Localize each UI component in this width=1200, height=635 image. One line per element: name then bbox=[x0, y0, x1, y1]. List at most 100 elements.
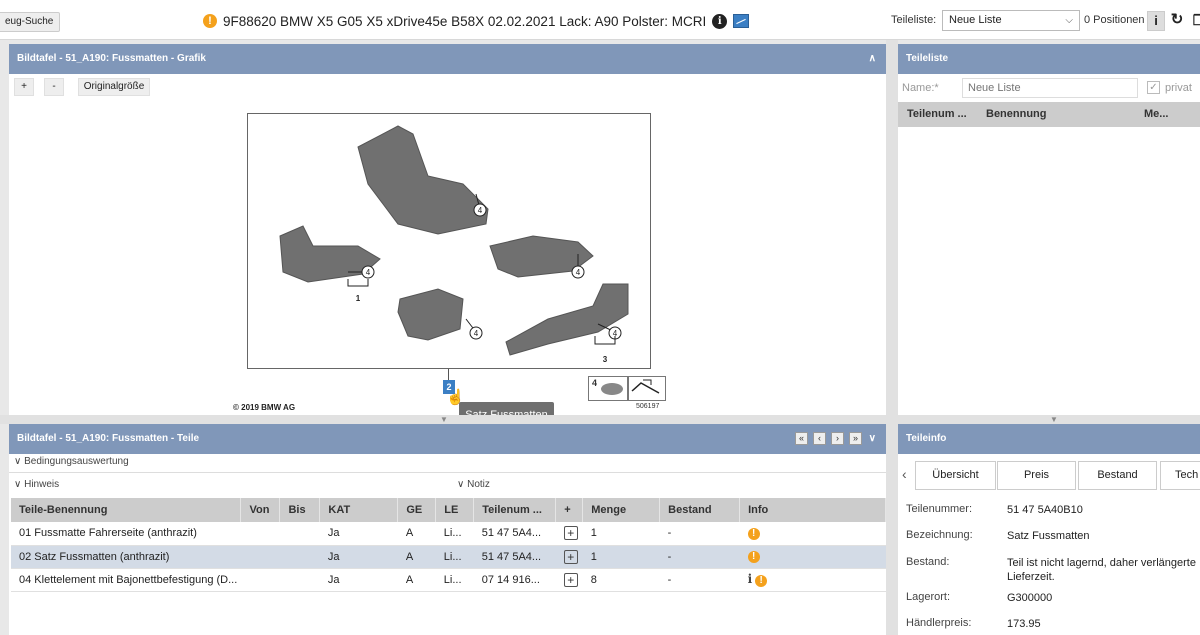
front-mat-shape bbox=[357, 125, 489, 235]
zoom-in-button[interactable]: + bbox=[14, 78, 34, 96]
list-info-icon[interactable]: i bbox=[1147, 11, 1165, 31]
column-header[interactable]: Info bbox=[739, 498, 886, 522]
column-header[interactable]: Menge bbox=[582, 498, 661, 522]
tab-tech[interactable]: Tech bbox=[1160, 461, 1200, 490]
first-page-button[interactable]: « bbox=[795, 432, 808, 445]
field-key: Lagerort: bbox=[906, 591, 951, 603]
callout-4b-text: 4 bbox=[366, 268, 371, 277]
info-icon[interactable]: i bbox=[748, 572, 753, 586]
notiz-toggle[interactable]: ∨ Notiz bbox=[457, 479, 490, 490]
warning-icon[interactable]: ! bbox=[755, 575, 768, 587]
horizontal-splitter[interactable]: ▼ bbox=[0, 415, 898, 424]
vertical-splitter[interactable] bbox=[886, 40, 898, 635]
image-icon[interactable] bbox=[733, 14, 750, 28]
column-header[interactable]: Benennung bbox=[986, 108, 1047, 120]
teileliste-select-value: Neue Liste bbox=[949, 14, 1002, 26]
field-key: Teilenummer: bbox=[906, 503, 973, 515]
column-header[interactable]: GE bbox=[397, 498, 437, 522]
teileinfo-panel-title: Teileinfo bbox=[906, 433, 947, 444]
thumb-number: 4 bbox=[592, 378, 598, 388]
column-header[interactable]: Bis bbox=[279, 498, 321, 522]
floor-mats-drawing: 4 4 4 4 4 1 3 bbox=[279, 125, 629, 364]
add-to-list-icon[interactable]: + bbox=[563, 572, 578, 587]
bedingungsauswertung-label: Bedingungsauswertung bbox=[24, 456, 129, 467]
field-value: 173.95 bbox=[1007, 618, 1041, 630]
column-header[interactable]: Teile-Benennung bbox=[11, 498, 242, 522]
parts-illustration[interactable]: 4 4 4 4 4 1 3 bbox=[247, 113, 651, 369]
vehicle-search-button[interactable]: eug-Suche bbox=[0, 12, 61, 32]
info-cell: ! bbox=[739, 545, 886, 569]
quantity-cell: 8 bbox=[582, 568, 660, 592]
add-to-list-icon[interactable]: + bbox=[563, 526, 578, 541]
callout-4c-text: 4 bbox=[576, 268, 581, 277]
privat-label: privat bbox=[1165, 82, 1192, 94]
column-header[interactable]: LE bbox=[435, 498, 475, 522]
le-cell: Li... bbox=[435, 522, 474, 546]
kat-cell: Ja bbox=[319, 545, 398, 569]
list-name-input[interactable] bbox=[962, 78, 1138, 98]
von-cell bbox=[240, 522, 280, 546]
von-cell bbox=[240, 568, 280, 592]
bestand-cell: - bbox=[659, 545, 740, 569]
info-cell: ! bbox=[739, 522, 886, 546]
add-cell: + bbox=[555, 522, 583, 546]
teileliste-table-header: Teilenum ... Benennung Me... bbox=[898, 102, 1200, 127]
warning-icon[interactable]: ! bbox=[203, 14, 217, 28]
vehicle-description: 9F88620 BMW X5 G05 X5 xDrive45e B58X 02.… bbox=[223, 13, 707, 29]
parts-table: Teile-Benennung Von Bis KAT GE LE Teilen… bbox=[11, 498, 886, 592]
privat-checkbox[interactable]: ✓ bbox=[1147, 81, 1160, 94]
field-value: Teil ist nicht lagernd, daher verlängert… bbox=[1007, 557, 1196, 583]
column-header[interactable]: Teilenum ... bbox=[907, 108, 967, 120]
divider bbox=[9, 472, 886, 473]
rear-left-mat-shape bbox=[397, 288, 464, 341]
next-page-button[interactable]: › bbox=[831, 432, 844, 445]
table-row[interactable]: 04 Klettelement mit Bajonettbefestigung … bbox=[11, 568, 886, 592]
refresh-icon[interactable]: ↻ bbox=[1168, 11, 1186, 31]
right-splitter-arrow-icon: ▼ bbox=[1050, 415, 1058, 424]
teileliste-label: Teileliste: bbox=[891, 14, 937, 26]
teileliste-select[interactable]: Neue Liste ⌵ bbox=[942, 10, 1080, 31]
tab-bestand[interactable]: Bestand bbox=[1078, 461, 1157, 490]
chevron-left-icon[interactable]: ‹ bbox=[902, 466, 907, 482]
info-icon[interactable]: i bbox=[712, 13, 728, 29]
last-page-button[interactable]: » bbox=[849, 432, 862, 445]
quantity-cell: 1 bbox=[582, 522, 660, 546]
bedingungsauswertung-toggle[interactable]: ∨ Bedingungsauswertung bbox=[14, 456, 129, 467]
warning-icon[interactable]: ! bbox=[747, 551, 760, 563]
part-name-cell: 01 Fussmatte Fahrerseite (anthrazit) bbox=[11, 522, 241, 546]
table-row[interactable]: 02 Satz Fussmatten (anthrazit) Ja A Li... 51… bbox=[11, 545, 886, 569]
warning-icon[interactable]: ! bbox=[747, 527, 760, 540]
column-header[interactable]: Teilenum ... bbox=[473, 498, 557, 522]
collapse-icon[interactable]: ∨ bbox=[869, 424, 876, 454]
kat-cell: Ja bbox=[319, 568, 398, 592]
column-header[interactable]: Me... bbox=[1144, 108, 1168, 120]
collapse-icon[interactable]: ∧ bbox=[869, 44, 876, 74]
teileliste-panel-title: Teileliste bbox=[906, 53, 949, 64]
top-bar: eug-Suche ! 9F88620 BMW X5 G05 X5 xDrive… bbox=[0, 0, 1200, 40]
tab-preis[interactable]: Preis bbox=[997, 461, 1076, 490]
add-cell: + bbox=[555, 568, 583, 592]
hinweis-toggle[interactable]: ∨ Hinweis bbox=[14, 479, 59, 490]
table-row[interactable]: 01 Fussmatte Fahrerseite (anthrazit) Ja A L… bbox=[11, 522, 886, 546]
column-header[interactable]: Bestand bbox=[659, 498, 741, 522]
callout-4d-text: 4 bbox=[474, 329, 479, 338]
zoom-out-button[interactable]: - bbox=[44, 78, 64, 96]
copy-icon[interactable]: ❐ bbox=[1190, 11, 1200, 31]
tab-uebersicht[interactable]: Übersicht bbox=[915, 461, 996, 490]
kat-cell: Ja bbox=[319, 522, 398, 546]
column-header[interactable]: KAT bbox=[319, 498, 399, 522]
thumb-id: 506197 bbox=[636, 403, 660, 410]
part-name-cell: 04 Klettelement mit Bajonettbefestigung … bbox=[11, 568, 241, 592]
original-size-button[interactable]: Originalgröße bbox=[78, 78, 150, 96]
right-horizontal-splitter[interactable]: ▼ bbox=[898, 415, 1200, 424]
chevron-down-icon: ∨ bbox=[457, 479, 465, 490]
notiz-label: Notiz bbox=[467, 479, 490, 490]
column-header[interactable]: + bbox=[555, 498, 584, 522]
bis-cell bbox=[279, 545, 320, 569]
teileinfo-panel-header: Teileinfo bbox=[898, 424, 1200, 454]
add-to-list-icon[interactable]: + bbox=[563, 549, 578, 564]
callout-4a-text: 4 bbox=[478, 206, 483, 215]
prev-page-button[interactable]: ‹ bbox=[813, 432, 826, 445]
field-value: Satz Fussmatten bbox=[1007, 530, 1090, 542]
column-header[interactable]: Von bbox=[240, 498, 281, 522]
